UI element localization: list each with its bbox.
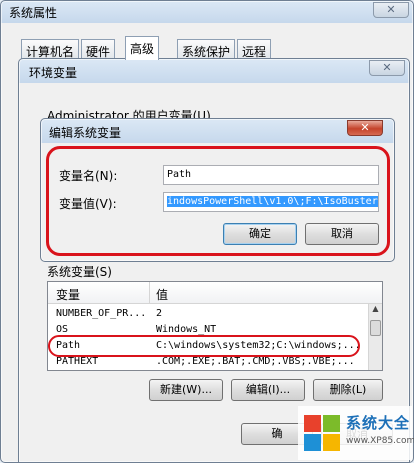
list-scrollbar[interactable]: ▲ (368, 304, 382, 370)
column-header-variable[interactable]: 变量 (56, 286, 80, 303)
delete-variable-button[interactable]: 删除(L) (313, 379, 383, 401)
table-row[interactable]: PATHEXT .COM;.EXE;.BAT;.CMD;.VBS;.VBE;..… (48, 354, 368, 370)
row-variable-name: PATHEXT (56, 356, 99, 367)
edit-system-variable-dialog: 编辑系统变量 ✕ 变量名(N): Path 变量值(V): indowsPowe… (40, 118, 395, 262)
system-variables-label: 系统变量(S) (47, 265, 112, 279)
row-variable-value: .COM;.EXE;.BAT;.CMD;.VBS;.VBE;... (156, 356, 355, 367)
table-row[interactable]: NUMBER_OF_PR... 2 (48, 306, 368, 322)
row-variable-value: 2 (156, 308, 163, 319)
edit-cancel-button[interactable]: 取消 (305, 223, 379, 245)
list-header: 变量 值 (48, 282, 382, 304)
scroll-thumb[interactable] (370, 320, 381, 336)
variable-value-field[interactable]: indowsPowerShell\v1.0\;F:\IsoBuster (163, 192, 379, 212)
tab-hardware[interactable]: 硬件 (81, 39, 116, 59)
row-variable-name: OS (56, 324, 69, 335)
tab-remote[interactable]: 远程 (237, 39, 272, 59)
table-row[interactable]: OS Windows_NT (48, 322, 368, 338)
row-variable-name: NUMBER_OF_PR... (56, 308, 147, 319)
tab-system-protection[interactable]: 系统保护 (177, 39, 236, 59)
watermark: 系统大全 www.XP85.com (298, 406, 414, 460)
system-variables-list[interactable]: 变量 值 NUMBER_OF_PR... 2 OS Windows_NT Pat… (47, 281, 383, 371)
edit-variable-button[interactable]: 编辑(I)... (231, 379, 305, 401)
row-variable-value: Windows_NT (156, 324, 217, 335)
row-variable-name: Path (56, 340, 81, 351)
variable-name-field[interactable]: Path (163, 165, 379, 185)
environment-variables-close-icon[interactable]: ✕ (369, 60, 405, 76)
scroll-up-icon[interactable]: ▲ (369, 304, 382, 318)
row-variable-value: C:\windows\system32;C:\windows;... (156, 340, 361, 351)
edit-ok-button[interactable]: 确定 (223, 223, 297, 245)
watermark-text: 系统大全 (346, 414, 411, 432)
watermark-url: www.XP85.com (346, 436, 414, 446)
column-divider (149, 282, 150, 304)
tab-computer-name[interactable]: 计算机名 (21, 39, 80, 59)
variable-value-label: 变量值(V): (59, 197, 117, 211)
variable-name-label: 变量名(N): (59, 169, 118, 183)
windows-logo-icon (304, 415, 340, 451)
system-properties-close-icon[interactable]: ✕ (373, 2, 409, 18)
edit-dialog-title: 编辑系统变量 (49, 126, 122, 140)
table-row-path[interactable]: Path C:\windows\system32;C:\windows;... (48, 338, 368, 354)
environment-variables-title: 环境变量 (29, 66, 78, 80)
column-header-value[interactable]: 值 (156, 286, 168, 303)
edit-dialog-close-icon[interactable]: ✕ (347, 120, 383, 136)
system-properties-title: 系统属性 (9, 6, 58, 20)
new-variable-button[interactable]: 新建(W)... (149, 379, 223, 401)
variable-value-text: indowsPowerShell\v1.0\;F:\IsoBuster (167, 196, 378, 207)
tab-advanced[interactable]: 高级 (125, 36, 160, 60)
